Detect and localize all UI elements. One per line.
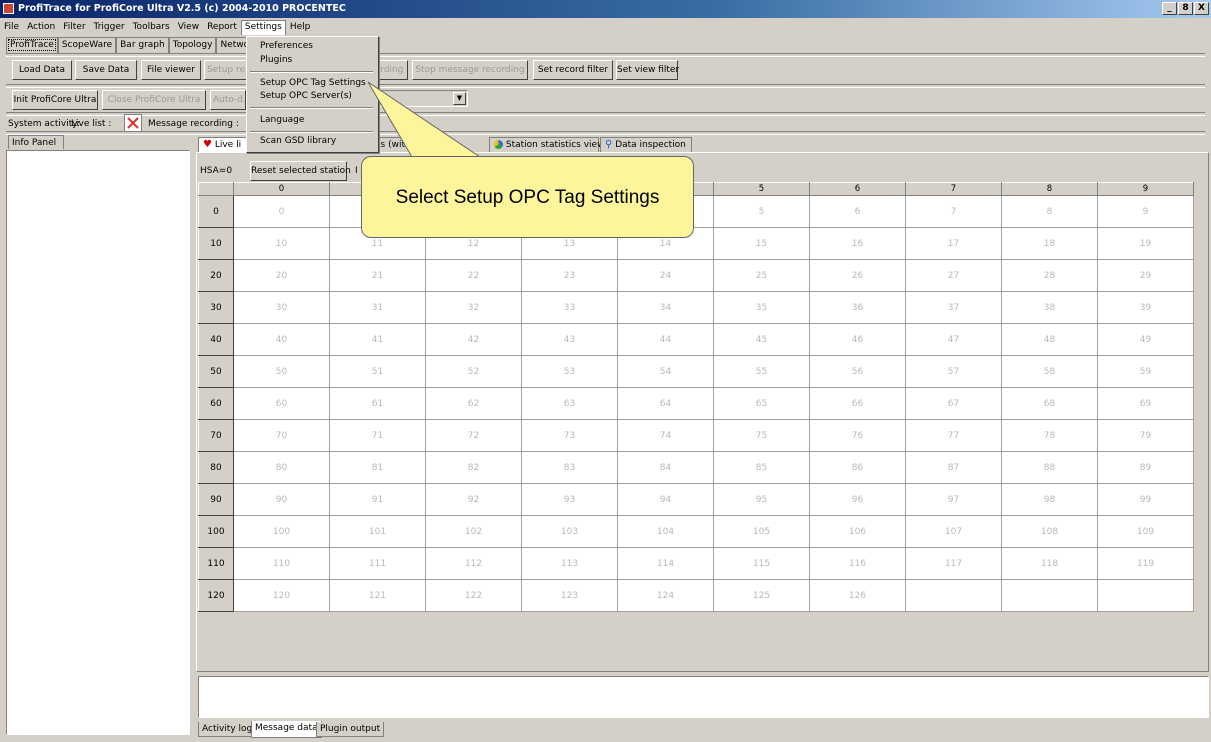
callout-pointer <box>367 81 482 158</box>
instruction-callout: Select Setup OPC Tag Settings <box>361 156 694 238</box>
